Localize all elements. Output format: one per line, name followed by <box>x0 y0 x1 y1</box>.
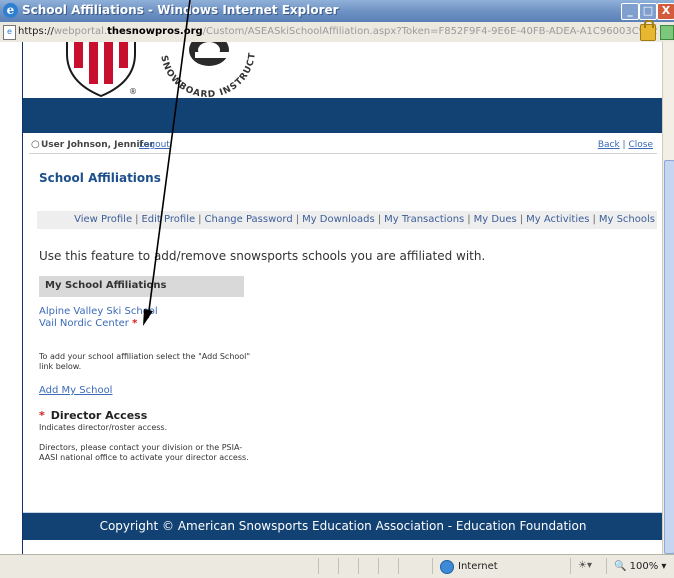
add-my-school-link[interactable]: Add My School <box>39 385 112 396</box>
url-subdomain: webportal. <box>53 26 108 37</box>
nav-separator: | <box>377 214 382 225</box>
page-title: School Affiliations <box>39 171 161 185</box>
school-link[interactable]: Alpine Valley Ski School <box>39 306 158 317</box>
aasi-snowboard-logo: SNOWBOARD INSTRUCTORS <box>143 42 257 98</box>
status-pane <box>338 558 339 574</box>
add-instructions: To add your school affiliation select th… <box>39 352 251 371</box>
footer: Copyright © American Snowsports Educatio… <box>23 512 662 540</box>
psia-shield-logo: ® <box>66 42 137 98</box>
nav-my-transactions[interactable]: My Transactions <box>384 214 464 225</box>
nav-my-schools[interactable]: My Schools <box>599 214 655 225</box>
status-bar: Internet ☀▾ 🔍 100% ▾ <box>0 554 674 578</box>
school-name[interactable]: Vail Nordic Center <box>39 318 129 329</box>
school-link[interactable]: Vail Nordic Center * <box>39 318 137 329</box>
window-title: School Affiliations - Windows Internet E… <box>22 3 339 17</box>
registered-mark: ® <box>129 87 137 96</box>
nav-my-downloads[interactable]: My Downloads <box>302 214 375 225</box>
status-pane <box>318 558 319 574</box>
nav-separator: | <box>198 214 202 225</box>
director-access-desc: Indicates director/roster access. <box>39 423 168 432</box>
nav-view-profile[interactable]: View Profile <box>74 214 132 225</box>
vertical-scrollbar[interactable] <box>662 42 674 554</box>
user-bar: ○ User Johnson, Jennifer Logout Back | C… <box>29 138 657 154</box>
page-content: ® SNOWBOARD INSTRUCTORS ○ User Johnson, … <box>22 42 662 554</box>
lock-icon[interactable] <box>640 20 656 41</box>
separator: | <box>622 140 626 150</box>
status-pane <box>432 558 433 574</box>
status-pane <box>358 558 359 574</box>
internet-explorer-icon: e <box>3 3 18 18</box>
close-window-button[interactable]: X <box>657 3 674 20</box>
zoom-value[interactable]: 100% <box>630 561 659 572</box>
header-band <box>23 98 662 133</box>
intro-text: Use this feature to add/remove snowsport… <box>39 249 486 263</box>
status-pane <box>398 558 399 574</box>
profile-nav: View Profile | Edit Profile | Change Passwor… <box>37 211 657 229</box>
internet-zone-icon <box>440 560 454 574</box>
user-label: User Johnson, Jennifer <box>41 140 154 150</box>
director-star-icon: * <box>39 409 45 422</box>
zone-label: Internet <box>458 561 498 572</box>
url-domain: thesnowpros.org <box>107 26 203 37</box>
person-icon: ○ <box>31 139 40 150</box>
logout-link[interactable]: Logout <box>139 140 170 150</box>
page-viewport: ® SNOWBOARD INSTRUCTORS ○ User Johnson, … <box>0 42 662 554</box>
page-icon: e <box>3 25 16 40</box>
protected-mode-icon[interactable]: ☀▾ <box>578 560 592 571</box>
status-pane <box>570 558 571 574</box>
back-link[interactable]: Back <box>598 140 620 150</box>
director-access-note: Directors, please contact your division … <box>39 443 249 462</box>
minimize-button[interactable]: _ <box>621 3 639 20</box>
nav-separator: | <box>295 214 300 225</box>
affiliations-header-label: My School Affiliations <box>45 280 167 291</box>
logo-header: ® SNOWBOARD INSTRUCTORS <box>23 42 662 98</box>
profile-nav-links: View Profile | Edit Profile | Change Passwor… <box>74 214 655 225</box>
nav-change-password[interactable]: Change Password <box>205 214 293 225</box>
title-bar: e School Affiliations - Windows Internet… <box>0 0 674 23</box>
url-field[interactable]: https://webportal.thesnowpros.org/Custom… <box>18 26 658 37</box>
scrollbar-thumb[interactable] <box>664 160 674 554</box>
director-access-title: * Director Access <box>39 409 147 422</box>
affiliations-header: My School Affiliations <box>39 276 244 297</box>
address-bar[interactable]: e https://webportal.thesnowpros.org/Cust… <box>0 20 674 43</box>
nav-edit-profile[interactable]: Edit Profile <box>141 214 195 225</box>
back-close-links: Back | Close <box>598 140 653 150</box>
status-pane <box>378 558 379 574</box>
school-name[interactable]: Alpine Valley Ski School <box>39 306 158 317</box>
nav-my-activities[interactable]: My Activities <box>526 214 589 225</box>
nav-separator: | <box>519 214 524 225</box>
feeds-icon[interactable] <box>660 25 674 40</box>
copyright-text: Copyright © American Snowsports Educatio… <box>99 519 587 533</box>
url-path: /Custom/ASEASkiSchoolAffiliation.aspx?To… <box>202 26 658 37</box>
status-pane <box>606 558 607 574</box>
director-star-icon: * <box>132 318 138 329</box>
maximize-button[interactable]: □ <box>639 3 657 20</box>
nav-my-dues[interactable]: My Dues <box>474 214 517 225</box>
url-scheme: https:// <box>18 26 54 37</box>
nav-separator: | <box>467 214 471 225</box>
nav-separator: | <box>592 214 596 225</box>
zoom-level[interactable]: 🔍 100% ▾ <box>614 561 666 572</box>
close-link[interactable]: Close <box>628 140 653 150</box>
director-access-label: Director Access <box>50 409 148 422</box>
